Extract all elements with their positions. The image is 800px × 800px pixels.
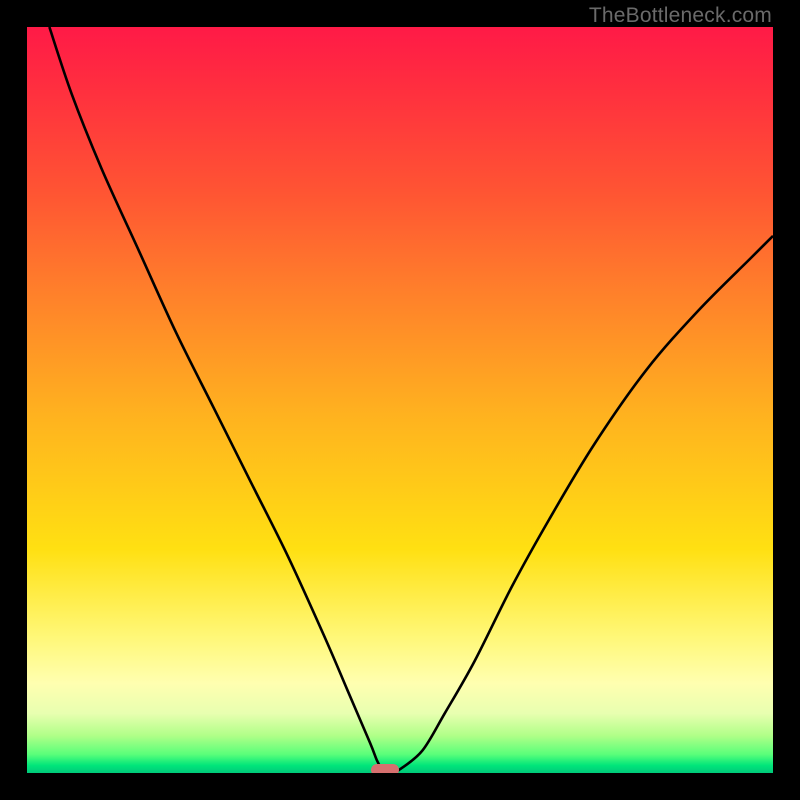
- chart-frame: TheBottleneck.com: [0, 0, 800, 800]
- curve-layer: [27, 27, 773, 773]
- bottleneck-curve: [49, 27, 773, 773]
- watermark-text: TheBottleneck.com: [589, 4, 772, 28]
- plot-area: [27, 27, 773, 773]
- optimum-marker: [371, 764, 399, 773]
